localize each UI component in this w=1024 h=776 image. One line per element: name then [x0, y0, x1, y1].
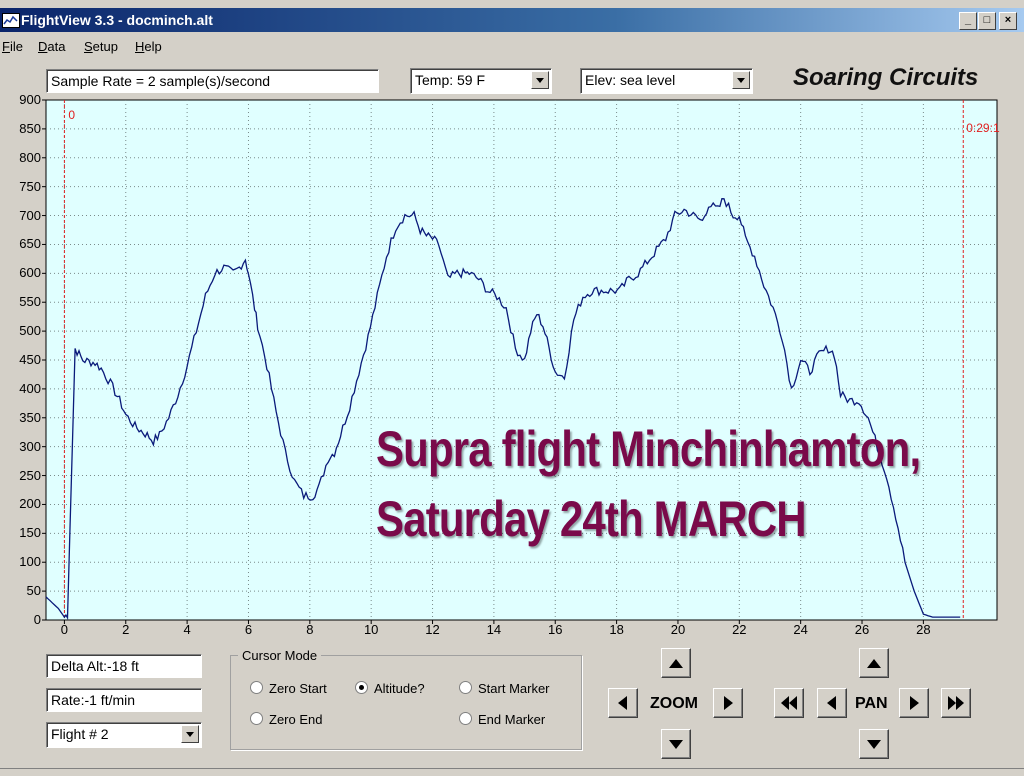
delta-alt-text: Delta Alt:-18 ft	[51, 658, 139, 674]
rate-text: Rate:-1 ft/min	[51, 692, 136, 708]
zoom-label: ZOOM	[650, 695, 698, 712]
start-marker-label: 0	[68, 108, 75, 122]
pan-left-button[interactable]	[817, 688, 847, 718]
chevron-down-icon[interactable]	[181, 725, 199, 743]
zoom-down-button[interactable]	[661, 729, 691, 759]
zoom-right-button[interactable]	[713, 688, 743, 718]
radio-zero-end[interactable]: Zero End	[250, 712, 322, 727]
pan-label: PAN	[855, 695, 888, 712]
radio-dot[interactable]	[250, 681, 263, 694]
triangle-down-icon	[669, 740, 683, 749]
radio-start-marker[interactable]: Start Marker	[459, 681, 550, 696]
triangle-left-icon	[618, 696, 627, 710]
radio-altitude[interactable]: Altitude?	[355, 681, 425, 696]
triangle-up-icon	[867, 659, 881, 668]
radio-label: Zero End	[269, 712, 323, 727]
radio-dot[interactable]	[459, 681, 472, 694]
radio-dot[interactable]	[459, 712, 472, 725]
triangle-right-icon	[910, 696, 919, 710]
triangle-down-icon	[867, 740, 881, 749]
pan-fast-left-button[interactable]	[774, 688, 804, 718]
annotation-line-1: Supra flight Minchinhamton,	[376, 421, 921, 477]
double-triangle-left-icon	[781, 696, 797, 710]
pan-up-button[interactable]	[859, 648, 889, 678]
radio-label: Zero Start	[269, 681, 327, 696]
zoom-left-button[interactable]	[608, 688, 638, 718]
flight-value: Flight # 2	[51, 726, 109, 742]
radio-dot[interactable]	[355, 681, 368, 694]
radio-end-marker[interactable]: End Marker	[459, 712, 545, 727]
cursor-mode-group	[230, 655, 582, 750]
triangle-left-icon	[827, 696, 836, 710]
radio-dot[interactable]	[250, 712, 263, 725]
pan-right-button[interactable]	[899, 688, 929, 718]
flight-select[interactable]: Flight # 2	[46, 722, 202, 748]
double-triangle-right-icon	[948, 696, 964, 710]
cursor-mode-label: Cursor Mode	[238, 648, 322, 663]
triangle-up-icon	[669, 659, 683, 668]
radio-label: Start Marker	[478, 681, 550, 696]
radio-zero-start[interactable]: Zero Start	[250, 681, 327, 696]
end-marker-label: 0:29:1	[966, 121, 1000, 135]
delta-alt-readout: Delta Alt:-18 ft	[46, 654, 202, 678]
triangle-right-icon	[724, 696, 733, 710]
pan-down-button[interactable]	[859, 729, 889, 759]
pan-fast-right-button[interactable]	[941, 688, 971, 718]
radio-label: Altitude?	[374, 681, 425, 696]
radio-label: End Marker	[478, 712, 546, 727]
rate-readout: Rate:-1 ft/min	[46, 688, 202, 712]
annotation-line-2: Saturday 24th MARCH	[376, 491, 807, 547]
zoom-up-button[interactable]	[661, 648, 691, 678]
